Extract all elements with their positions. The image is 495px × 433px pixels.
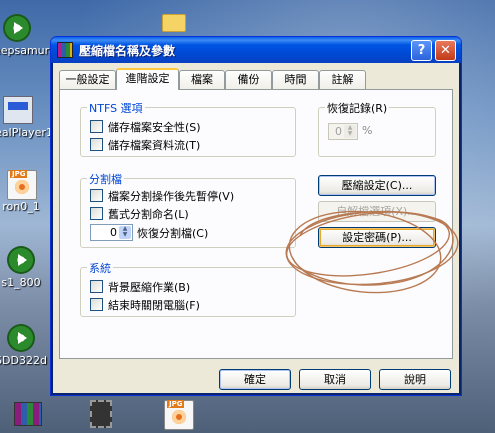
tab-time[interactable]: 時間	[272, 70, 319, 89]
checkbox-box[interactable]	[90, 298, 103, 311]
checkbox-box[interactable]	[90, 138, 103, 151]
tab-general[interactable]: 一般設定	[59, 70, 116, 89]
desktop-icon-realplayer[interactable]: RealPlayer1	[0, 96, 53, 139]
checkbox-box[interactable]	[90, 280, 103, 293]
set-password-button[interactable]: 設定密碼(P)...	[318, 227, 436, 248]
media-player-icon	[3, 14, 31, 42]
help-button[interactable]: 說明	[379, 369, 451, 390]
split-group: 分割檔 檔案分割操作後先暫停(V) 舊式分割命名(L) 0 ▲ ▼ 恢復分割檔(C…	[80, 171, 296, 248]
checkbox-box[interactable]	[90, 120, 103, 133]
ntfs-group-title: NTFS 選項	[87, 100, 145, 116]
title-bar[interactable]: 壓縮檔名稱及參數 ? ✕	[51, 37, 461, 63]
tab-files[interactable]: 檔案	[179, 70, 225, 89]
desktop-icon-s1-800[interactable]: s1_800	[0, 246, 50, 289]
media-player-icon	[7, 324, 35, 352]
tab-comment[interactable]: 註解	[319, 70, 366, 89]
advanced-panel: NTFS 選項 儲存檔案安全性(S) 儲存檔案資料流(T) 恢復記錄(R) 0 …	[59, 89, 453, 359]
tab-backup[interactable]: 備份	[225, 70, 272, 89]
recovery-volumes-spinner[interactable]: 0 ▲ ▼	[90, 224, 133, 241]
sfx-options-button[interactable]: 自解檔選項(X)...	[318, 201, 436, 222]
jpg-icon: JPG	[164, 400, 194, 430]
dialog-title: 壓縮檔名稱及參數	[79, 44, 176, 58]
winrar-icon	[14, 402, 42, 426]
desktop-icon-shortcut[interactable]	[90, 400, 112, 428]
close-button[interactable]: ✕	[435, 40, 456, 61]
media-player-icon	[7, 246, 35, 274]
jpg-icon: JPG	[7, 170, 37, 200]
split-group-title: 分割檔	[87, 171, 124, 187]
checkbox-box[interactable]	[90, 189, 103, 202]
desktop-icon-ron0-1[interactable]: JPG ron0_1	[0, 170, 50, 213]
tab-advanced[interactable]: 進階設定	[116, 68, 179, 90]
archive-params-dialog: 壓縮檔名稱及參數 ? ✕ 一般設定 進階設定 檔案 備份 時間 註解 NTFS …	[50, 36, 462, 396]
recovery-group: 恢復記錄(R) 0 ▲ ▼ %	[318, 100, 436, 157]
recovery-percent-spinner[interactable]: 0 ▲ ▼	[328, 123, 358, 140]
winrar-icon	[57, 42, 73, 58]
ok-button[interactable]: 確定	[219, 369, 291, 390]
percent-unit: %	[362, 124, 373, 137]
desktop-icon-keepsamurai[interactable]: keepsamurai	[0, 14, 59, 57]
help-title-button[interactable]: ?	[411, 40, 432, 61]
compression-settings-button[interactable]: 壓縮設定(C)...	[318, 175, 436, 196]
system-group: 系統 背景壓縮作業(B) 結束時關閉電腦(F)	[80, 260, 296, 317]
cancel-button[interactable]: 取消	[299, 369, 371, 390]
folder-icon	[162, 14, 186, 32]
realplayer-icon	[3, 96, 33, 124]
recovery-group-title: 恢復記錄(R)	[325, 100, 390, 116]
desktop-icon-sdd322d[interactable]: SDD322d	[0, 324, 50, 367]
system-group-title: 系統	[87, 260, 113, 276]
desktop-icon-jpg[interactable]: JPG	[164, 400, 194, 430]
recovery-volumes-label: 恢復分割檔(C)	[137, 227, 209, 240]
desktop-icon-winrar[interactable]	[14, 402, 42, 426]
checkbox-box[interactable]	[90, 207, 103, 220]
media-shortcut-icon	[90, 400, 112, 428]
tab-strip: 一般設定 進階設定 檔案 備份 時間 註解	[59, 68, 453, 90]
ntfs-group: NTFS 選項 儲存檔案安全性(S) 儲存檔案資料流(T)	[80, 100, 296, 157]
